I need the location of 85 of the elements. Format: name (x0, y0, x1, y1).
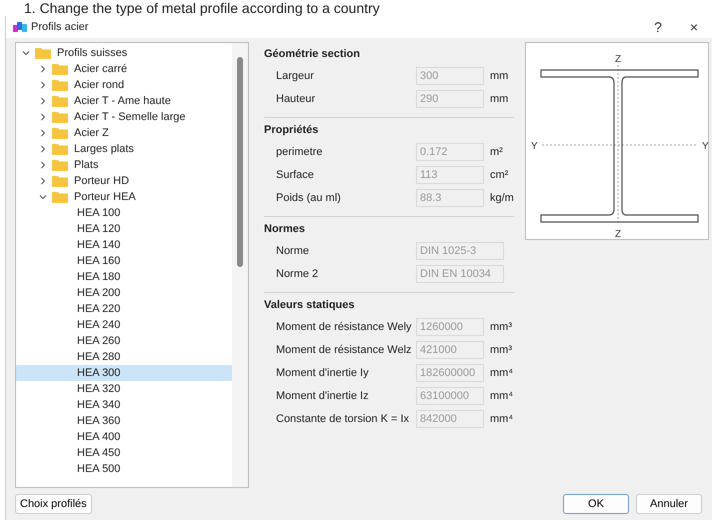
tree-item[interactable]: HEA 240 (16, 317, 232, 333)
axis-label: Z (614, 229, 622, 239)
field-label: Largeur (276, 70, 315, 82)
tree-item[interactable]: Acier Z (16, 125, 232, 141)
tree-item[interactable]: HEA 280 (16, 349, 232, 365)
folder-icon (52, 159, 68, 171)
tree-item[interactable]: HEA 120 (16, 221, 232, 237)
folder-icon (52, 79, 68, 91)
window-title: Profils acier (31, 21, 88, 33)
field-label: Moment d'inertie Iz (276, 390, 370, 402)
folder-icon (52, 111, 68, 123)
tree-item[interactable]: Plats (16, 157, 232, 173)
section-title: Propriétés (264, 124, 320, 136)
help-button[interactable]: ? (640, 18, 676, 36)
chevron-icon[interactable] (39, 177, 47, 185)
field-label: Constante de torsion K = Ix (276, 412, 410, 424)
unit-label: kg/m (490, 192, 514, 204)
tree-item[interactable]: HEA 160 (16, 253, 232, 269)
chevron-icon[interactable] (39, 193, 47, 201)
ok-button[interactable]: OK (563, 494, 629, 514)
tree-item[interactable]: Larges plats (16, 141, 232, 157)
close-button[interactable]: × (676, 18, 712, 36)
section-title: Normes (264, 223, 306, 235)
folder-icon (52, 175, 68, 187)
section-title: Valeurs statiques (264, 299, 356, 311)
tree-item[interactable]: HEA 220 (16, 301, 232, 317)
chevron-icon[interactable] (22, 49, 30, 57)
app-icon (13, 21, 27, 33)
folder-icon (52, 191, 68, 203)
axis-label: Z (614, 54, 622, 65)
folder-icon (52, 127, 68, 139)
tree-item[interactable]: HEA 360 (16, 413, 232, 429)
unit-label: m² (490, 146, 503, 158)
tree-item[interactable]: HEA 300 (16, 365, 232, 381)
folder-icon (35, 47, 51, 59)
chevron-icon[interactable] (39, 97, 47, 105)
tree-item[interactable]: HEA 340 (16, 397, 232, 413)
tree-item[interactable]: HEA 100 (16, 205, 232, 221)
tree-item[interactable]: HEA 180 (16, 269, 232, 285)
axis-label: Y (531, 141, 538, 152)
tree-item[interactable]: HEA 320 (16, 381, 232, 397)
field-label: Moment de résistance Welz (276, 344, 413, 356)
tree-item[interactable]: Acier rond (16, 77, 232, 93)
folder-icon (52, 143, 68, 155)
tree-item[interactable]: HEA 500 (16, 461, 232, 477)
unit-label: mm⁴ (490, 366, 514, 378)
tree-item[interactable]: Acier T - Ame haute (16, 93, 232, 109)
choose-profiles-button[interactable]: Choix profilés (15, 494, 92, 514)
tree-item[interactable]: HEA 140 (16, 237, 232, 253)
chevron-icon[interactable] (39, 161, 47, 169)
folder-icon (52, 63, 68, 75)
field-label: Surface (276, 168, 315, 180)
unit-label: mm⁴ (490, 390, 514, 402)
field-label: Hauteur (276, 92, 316, 104)
tree-item[interactable]: HEA 450 (16, 445, 232, 461)
tree-item[interactable]: Porteur HEA (16, 189, 232, 205)
unit-label: mm³ (490, 320, 512, 332)
field-label: Moment d'inertie Iy (276, 366, 370, 378)
unit-label: mm⁴ (490, 412, 514, 424)
tree-item[interactable]: Acier T - Semelle large (16, 109, 232, 125)
field-label: perimetre (276, 146, 324, 158)
tree-item[interactable]: Acier carré (16, 61, 232, 77)
chevron-icon[interactable] (39, 81, 47, 89)
caption-text: 1. Change the type of metal profile according to a country (23, 0, 381, 16)
unit-label: mm (490, 70, 508, 82)
chevron-icon[interactable] (39, 129, 47, 137)
tree-item[interactable]: Profils suisses (16, 45, 232, 61)
section-title: Géométrie section (264, 48, 361, 60)
unit-label: mm³ (490, 344, 512, 356)
chevron-icon[interactable] (39, 65, 47, 73)
tree-item[interactable]: Porteur HD (16, 173, 232, 189)
chevron-icon[interactable] (39, 113, 47, 121)
folder-icon (52, 95, 68, 107)
field-label: Moment de résistance Wely (276, 320, 413, 332)
field-label: Norme 2 (276, 268, 320, 280)
scrollbar-thumb[interactable] (237, 57, 243, 267)
tree-item[interactable]: HEA 400 (16, 429, 232, 445)
field-label: Norme (276, 244, 310, 256)
field-label: Poids (au ml) (276, 192, 342, 204)
tree-item[interactable]: HEA 260 (16, 333, 232, 349)
tree-item[interactable]: HEA 200 (16, 285, 232, 301)
chevron-icon[interactable] (39, 145, 47, 153)
cancel-button[interactable]: Annuler (636, 494, 702, 514)
unit-label: mm (490, 92, 508, 104)
unit-label: cm² (490, 168, 508, 180)
